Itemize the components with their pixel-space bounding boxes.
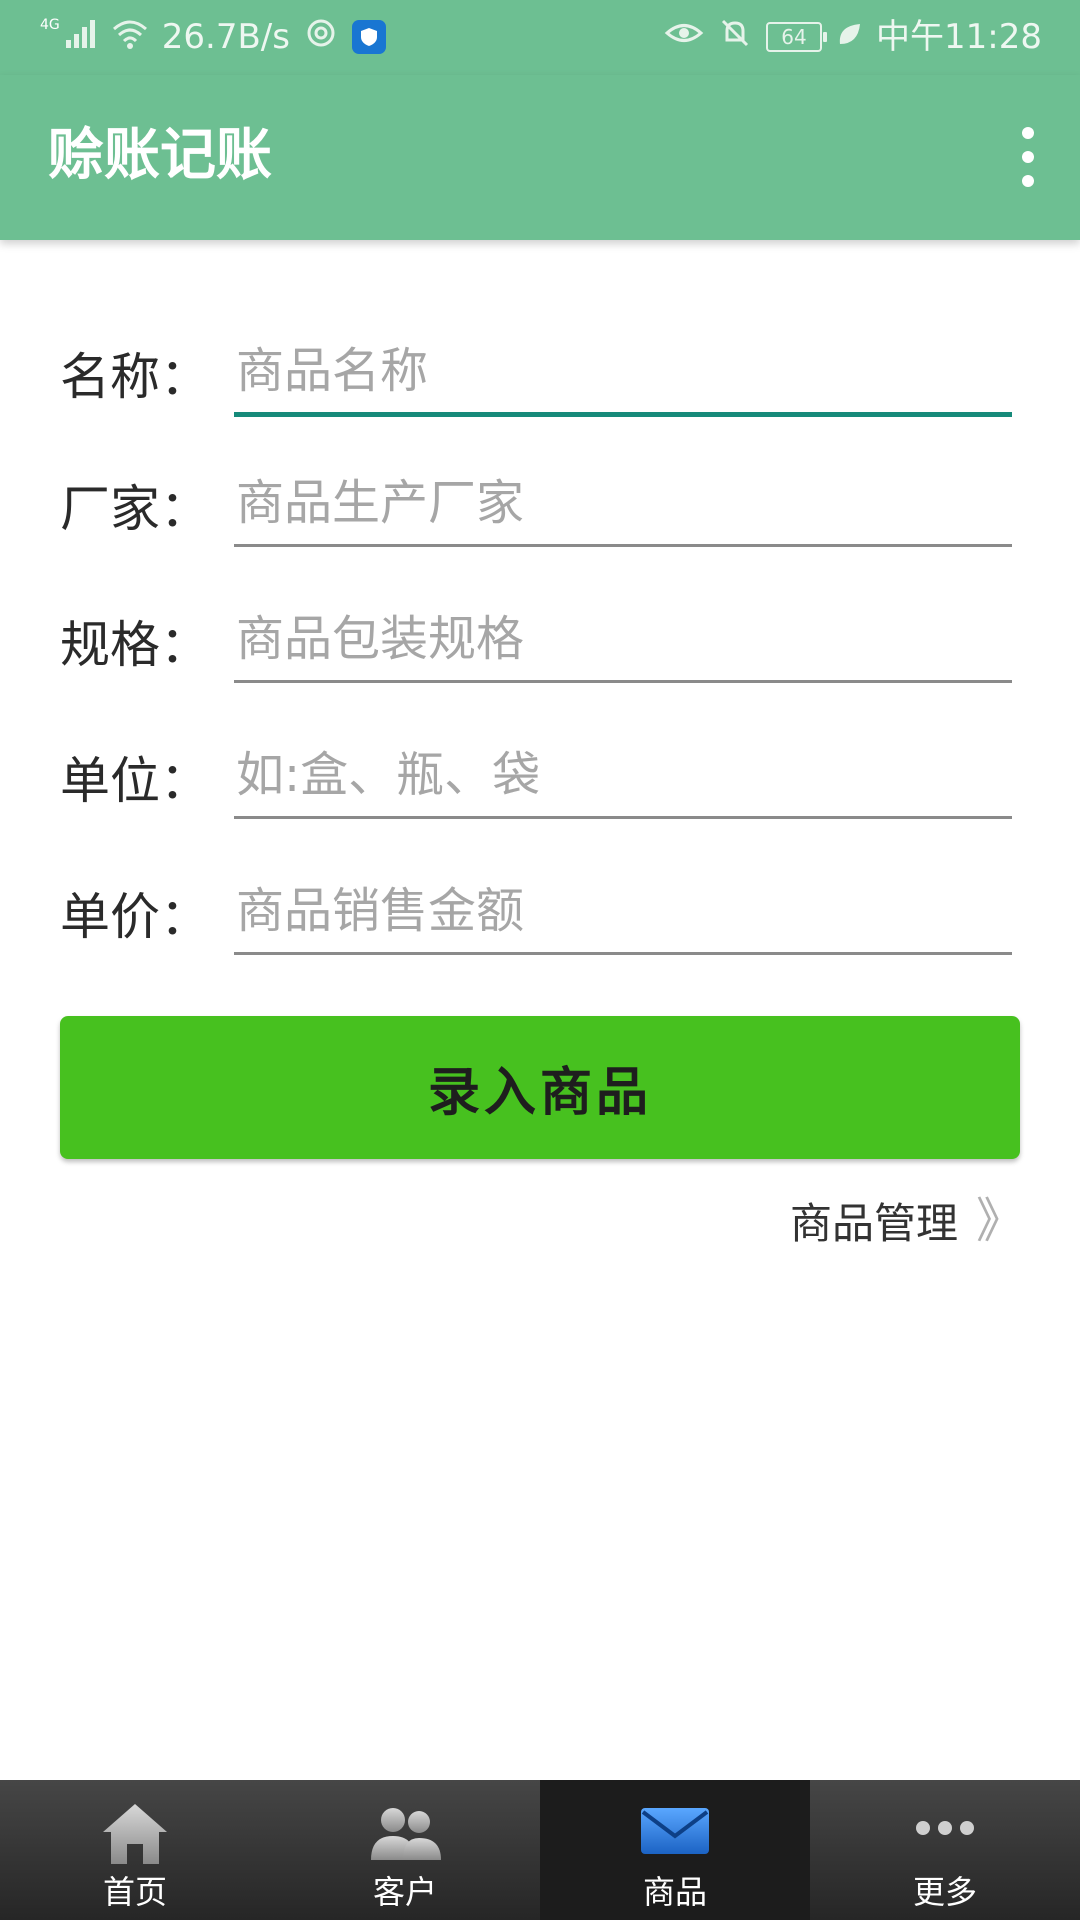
price-input[interactable] [234,870,1012,955]
manufacturer-label: 厂家： [60,480,210,538]
add-product-button[interactable]: 录入商品 [60,1016,1020,1159]
bottom-nav: 首页 客户 商品 更多 [0,1780,1080,1920]
overflow-dot [1022,175,1034,187]
app-bar: 赊账记账 [0,75,1080,240]
overflow-dot [1022,127,1034,139]
status-right: 64 中午11:28 [664,14,1042,60]
spec-input[interactable] [234,598,1012,683]
network-type: 4G [40,17,60,33]
app-title: 赊账记账 [48,123,272,188]
spec-row: 规格： [60,590,1012,700]
manufacturer-row: 厂家： [60,454,1012,564]
shield-icon [351,20,386,54]
more-icon [913,1800,977,1864]
signal-icon [64,16,98,59]
price-row: 单价： [60,862,1012,972]
spec-label: 规格： [60,616,210,674]
nav-label-home: 首页 [102,1873,167,1911]
leaf-icon [836,17,862,57]
bell-off-icon [718,16,752,59]
customers-icon [365,1800,445,1872]
name-row: 名称： [60,322,1012,432]
product-management-label: 商品管理 [789,1199,958,1248]
home-icon [99,1800,171,1872]
network-speed: 26.7B/s [161,17,290,57]
swirl-icon [304,16,338,59]
nav-item-customers[interactable]: 客户 [270,1780,540,1920]
status-left: 4G 26.7B/s [40,14,386,60]
clock: 中午11:28 [876,17,1042,57]
price-label: 单价： [60,888,210,946]
unit-row: 单位： [60,726,1012,836]
chevron-right-icon: 》 [975,1192,1024,1249]
status-bar: 4G 26.7B/s 64 中午11:28 [0,0,1080,75]
nav-item-products[interactable]: 商品 [540,1780,810,1920]
unit-label: 单位： [60,752,210,810]
nav-item-more[interactable]: 更多 [810,1780,1080,1920]
eye-icon [664,17,704,57]
nav-label-customers: 客户 [372,1873,437,1911]
battery-icon: 64 [766,22,828,52]
wifi-icon [112,17,148,58]
name-label: 名称： [60,348,210,406]
name-input[interactable] [234,330,1012,417]
overflow-dot [1022,151,1034,163]
nav-item-home[interactable]: 首页 [0,1780,270,1920]
nav-label-more: 更多 [912,1873,977,1911]
mail-icon [639,1800,711,1864]
overflow-menu-icon[interactable] [1008,127,1048,187]
nav-label-products: 商品 [642,1873,707,1911]
product-management-link[interactable]: 商品管理 》 [790,1190,1024,1251]
unit-input[interactable] [234,734,1012,819]
manufacturer-input[interactable] [234,462,1012,547]
